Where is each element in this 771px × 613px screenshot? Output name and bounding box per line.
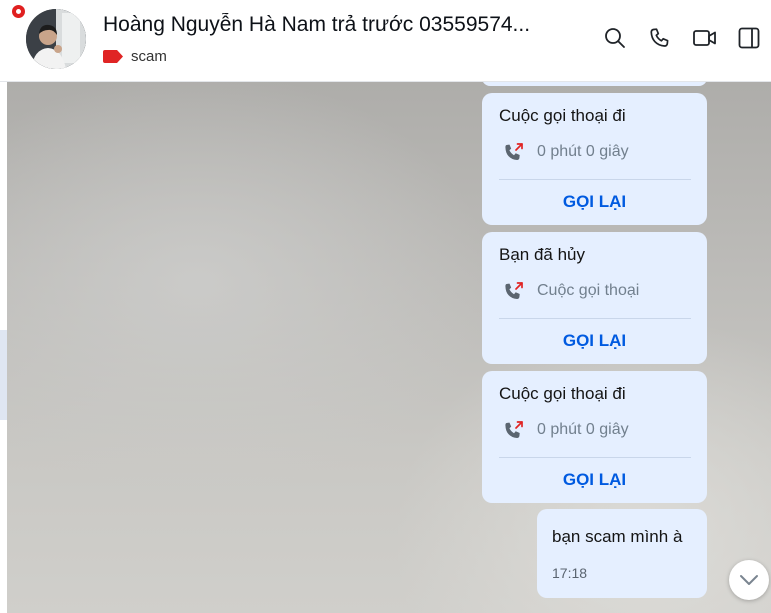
avatar[interactable]	[26, 9, 86, 69]
panel-toggle-icon	[738, 27, 760, 49]
outgoing-call-icon	[505, 421, 523, 438]
call-card-title: Bạn đã hủy	[499, 245, 586, 264]
call-card-title: Cuộc gọi thoại đi	[499, 384, 626, 403]
call-card-detail: Cuộc gọi thoại	[503, 280, 639, 302]
call-duration: 0 phút 0 giây	[537, 143, 629, 160]
video-call-icon	[693, 30, 716, 46]
call-card: Cuộc gọi thoại đi 0 phút 0 giây GỌI LẠI	[482, 371, 707, 503]
contact-tag[interactable]: scam	[103, 48, 167, 65]
recording-indicator-icon	[12, 5, 25, 18]
message-text: bạn scam mình à	[552, 527, 683, 546]
scroll-to-bottom-button[interactable]	[729, 560, 769, 600]
outgoing-call-icon	[505, 143, 523, 160]
left-edge-highlight	[0, 330, 7, 420]
message-timestamp: 17:18	[552, 565, 588, 581]
call-card: Cuộc gọi thoại đi 0 phút 0 giây GỌI LẠI	[482, 93, 707, 225]
tag-icon	[103, 50, 123, 63]
avatar-image	[26, 9, 86, 69]
tag-label: scam	[131, 48, 167, 65]
call-back-button[interactable]: GỌI LẠI	[482, 470, 707, 490]
call-card-detail: 0 phút 0 giây	[503, 141, 629, 163]
call-card-title: Cuộc gọi thoại đi	[499, 106, 626, 125]
divider	[499, 457, 691, 458]
call-card: Bạn đã hủy Cuộc gọi thoại GỌI LẠI	[482, 232, 707, 364]
search-button[interactable]	[600, 23, 630, 53]
chevron-down-icon	[740, 575, 758, 585]
call-back-button[interactable]: GỌI LẠI	[482, 192, 707, 212]
outgoing-call-icon	[505, 282, 523, 299]
text-message-bubble[interactable]: bạn scam mình à 17:18	[537, 509, 707, 598]
previous-message-bubble	[482, 82, 707, 86]
video-call-button[interactable]	[690, 23, 720, 53]
call-card-detail: 0 phút 0 giây	[503, 419, 629, 441]
search-icon	[605, 28, 625, 48]
chat-header: Hoàng Nguyễn Hà Nam trả trước 03559574..…	[0, 0, 771, 82]
message-list[interactable]: Cuộc gọi thoại đi 0 phút 0 giây GỌI LẠI …	[7, 82, 771, 613]
call-back-button[interactable]: GỌI LẠI	[482, 331, 707, 351]
divider	[499, 179, 691, 180]
divider	[499, 318, 691, 319]
phone-icon	[650, 28, 669, 47]
voice-call-button[interactable]	[645, 23, 675, 53]
contact-name[interactable]: Hoàng Nguyễn Hà Nam trả trước 03559574..…	[103, 13, 573, 37]
toggle-info-panel-button[interactable]	[734, 23, 764, 53]
call-duration: 0 phút 0 giây	[537, 421, 629, 438]
call-duration: Cuộc gọi thoại	[537, 282, 640, 299]
